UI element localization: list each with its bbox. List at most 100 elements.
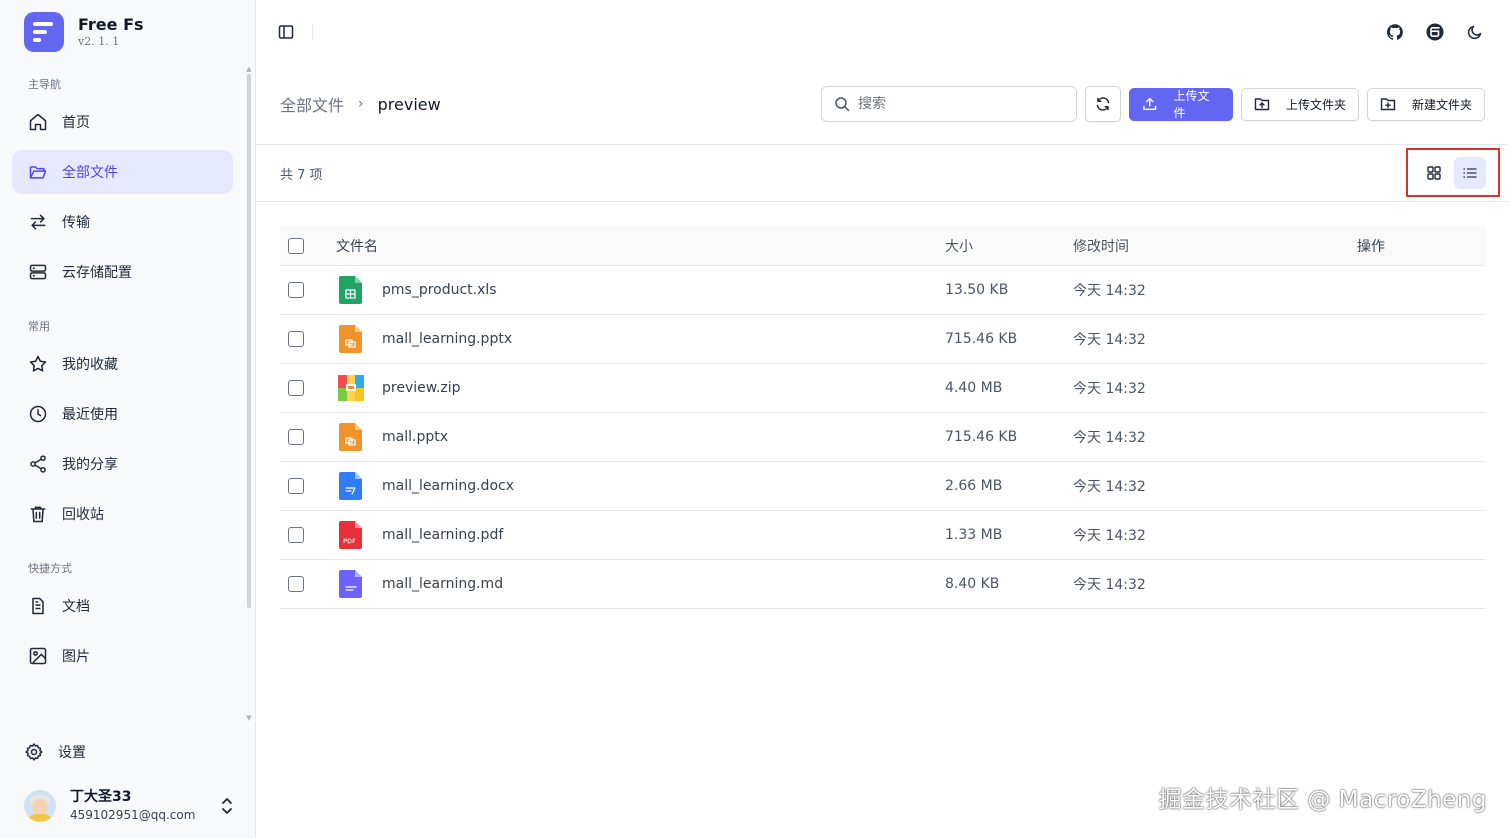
sidebar-item-trash[interactable]: 回收站 (12, 492, 233, 536)
row-checkbox[interactable] (288, 527, 304, 543)
scrollbar-thumb[interactable] (247, 74, 251, 608)
share-icon (30, 455, 46, 473)
breadcrumb-root[interactable]: 全部文件 (280, 92, 344, 116)
toggle-sidebar-button[interactable] (274, 20, 298, 44)
list-view-button[interactable] (1454, 156, 1486, 189)
star-icon (29, 355, 47, 372)
brand[interactable]: Free Fs v2. 1. 1 (0, 0, 255, 64)
gitee-icon (1426, 23, 1444, 41)
upload-file-button[interactable]: 上传文件 (1129, 87, 1233, 121)
refresh-button[interactable] (1085, 86, 1121, 122)
zip-file-icon (338, 375, 364, 401)
sidebar-scrollbar[interactable]: ▲ ▼ (246, 66, 252, 722)
theme-toggle-button[interactable] (1463, 20, 1487, 44)
view-mode-toggle (1406, 148, 1500, 197)
file-name[interactable]: mall_learning.md (382, 576, 503, 592)
pdf-file-icon (339, 521, 362, 549)
sidebar-item-favorites[interactable]: 我的收藏 (12, 342, 233, 386)
new-folder-button[interactable]: 新建文件夹 (1367, 87, 1485, 121)
sidebar-item-documents[interactable]: 文档 (12, 584, 233, 628)
table-row[interactable]: preview.zip 4.40 MB 今天 14:32 (280, 364, 1486, 413)
settings-label: 设置 (58, 745, 86, 761)
row-checkbox[interactable] (288, 478, 304, 494)
github-icon (1387, 24, 1403, 40)
table-row[interactable]: pms_product.xls 13.50 KB 今天 14:32 (280, 266, 1486, 315)
file-name[interactable]: mall_learning.pptx (382, 331, 512, 347)
file-modified-time: 今天 14:32 (1073, 332, 1146, 348)
user-name: 丁大圣33 (70, 789, 132, 805)
file-modified-time: 今天 14:32 (1073, 577, 1146, 593)
column-header-name[interactable]: 文件名 (336, 236, 945, 256)
column-header-time[interactable]: 修改时间 (1073, 236, 1357, 256)
file-size: 4.40 MB (945, 380, 1003, 396)
app-name: Free Fs (78, 15, 144, 34)
sidebar: Free Fs v2. 1. 1 主导航 首页 全部文件 传输 云存储配置 常用… (0, 0, 256, 838)
file-modified-time: 今天 14:32 (1073, 528, 1146, 544)
sidebar-item-label: 全部文件 (62, 165, 118, 181)
row-checkbox[interactable] (288, 429, 304, 445)
sidebar-item-images[interactable]: 图片 (12, 634, 233, 678)
column-header-size[interactable]: 大小 (945, 236, 1073, 256)
sidebar-item-cloud-config[interactable]: 云存储配置 (12, 250, 233, 294)
nav-section-title: 快捷方式 (28, 562, 72, 575)
sidebar-item-transfer[interactable]: 传输 (12, 200, 233, 244)
file-size: 1.33 MB (945, 527, 1003, 543)
sidebar-item-all-files[interactable]: 全部文件 (12, 150, 233, 194)
file-modified-time: 今天 14:32 (1073, 381, 1146, 397)
search-box[interactable] (821, 86, 1077, 122)
sidebar-item-home[interactable]: 首页 (12, 100, 233, 144)
file-name[interactable]: mall.pptx (382, 429, 448, 445)
sidebar-item-label: 图片 (62, 649, 90, 665)
grid-icon (1427, 165, 1441, 180)
powerpoint-file-icon (339, 325, 362, 353)
table-row[interactable]: mall_learning.docx 2.66 MB 今天 14:32 (280, 462, 1486, 511)
file-size: 8.40 KB (945, 576, 1000, 592)
file-size: 2.66 MB (945, 478, 1003, 494)
sidebar-item-shares[interactable]: 我的分享 (12, 442, 233, 486)
table-row[interactable]: mall_learning.pdf 1.33 MB 今天 14:32 (280, 511, 1486, 560)
folder-upload-icon (1254, 98, 1270, 111)
row-checkbox[interactable] (288, 282, 304, 298)
table-row[interactable]: mall.pptx 715.46 KB 今天 14:32 (280, 413, 1486, 462)
count-bar: 共 7 项 (256, 145, 1509, 202)
gitee-button[interactable] (1423, 20, 1447, 44)
grid-view-button[interactable] (1418, 157, 1450, 189)
table-row[interactable]: mall_learning.md 8.40 KB 今天 14:32 (280, 560, 1486, 609)
file-size: 715.46 KB (945, 429, 1018, 445)
sidebar-nav: 主导航 首页 全部文件 传输 云存储配置 常用 我的收藏 最近使用 我的分享 回… (0, 70, 244, 720)
github-button[interactable] (1383, 20, 1407, 44)
file-modified-time: 今天 14:32 (1073, 283, 1146, 299)
item-count: 共 7 项 (280, 167, 323, 183)
sidebar-item-recent[interactable]: 最近使用 (12, 392, 233, 436)
new-folder-label: 新建文件夹 (1412, 97, 1473, 112)
avatar (24, 790, 56, 822)
file-name[interactable]: mall_learning.pdf (382, 527, 503, 543)
server-icon (29, 264, 47, 280)
excel-file-icon (339, 276, 362, 304)
search-input[interactable] (858, 96, 1058, 112)
row-checkbox[interactable] (288, 331, 304, 347)
upload-folder-label: 上传文件夹 (1286, 97, 1347, 112)
file-toolbar: 全部文件 › preview 上传文件 上传文件夹 (256, 64, 1509, 145)
search-icon (835, 97, 850, 112)
user-menu[interactable]: 丁大圣33 459102951@qq.com (24, 782, 235, 830)
upload-folder-button[interactable]: 上传文件夹 (1241, 87, 1359, 121)
settings-button[interactable]: 设置 (24, 732, 86, 772)
file-name[interactable]: mall_learning.docx (382, 478, 514, 494)
file-name[interactable]: pms_product.xls (382, 282, 497, 298)
table-row[interactable]: mall_learning.pptx 715.46 KB 今天 14:32 (280, 315, 1486, 364)
home-icon (29, 113, 47, 131)
folder-plus-icon (1380, 98, 1396, 111)
sidebar-item-label: 回收站 (62, 507, 104, 523)
file-name[interactable]: preview.zip (382, 380, 460, 396)
row-checkbox[interactable] (288, 380, 304, 396)
transfer-icon (30, 214, 46, 230)
select-all-checkbox[interactable] (288, 237, 304, 254)
folder-open-icon (29, 166, 47, 179)
sidebar-item-label: 文档 (62, 599, 90, 615)
app-version: v2. 1. 1 (78, 35, 120, 48)
row-checkbox[interactable] (288, 576, 304, 592)
chevron-right-icon: › (358, 96, 364, 112)
chevron-up-down-icon[interactable] (219, 796, 235, 816)
nav-section-title: 主导航 (28, 78, 61, 91)
